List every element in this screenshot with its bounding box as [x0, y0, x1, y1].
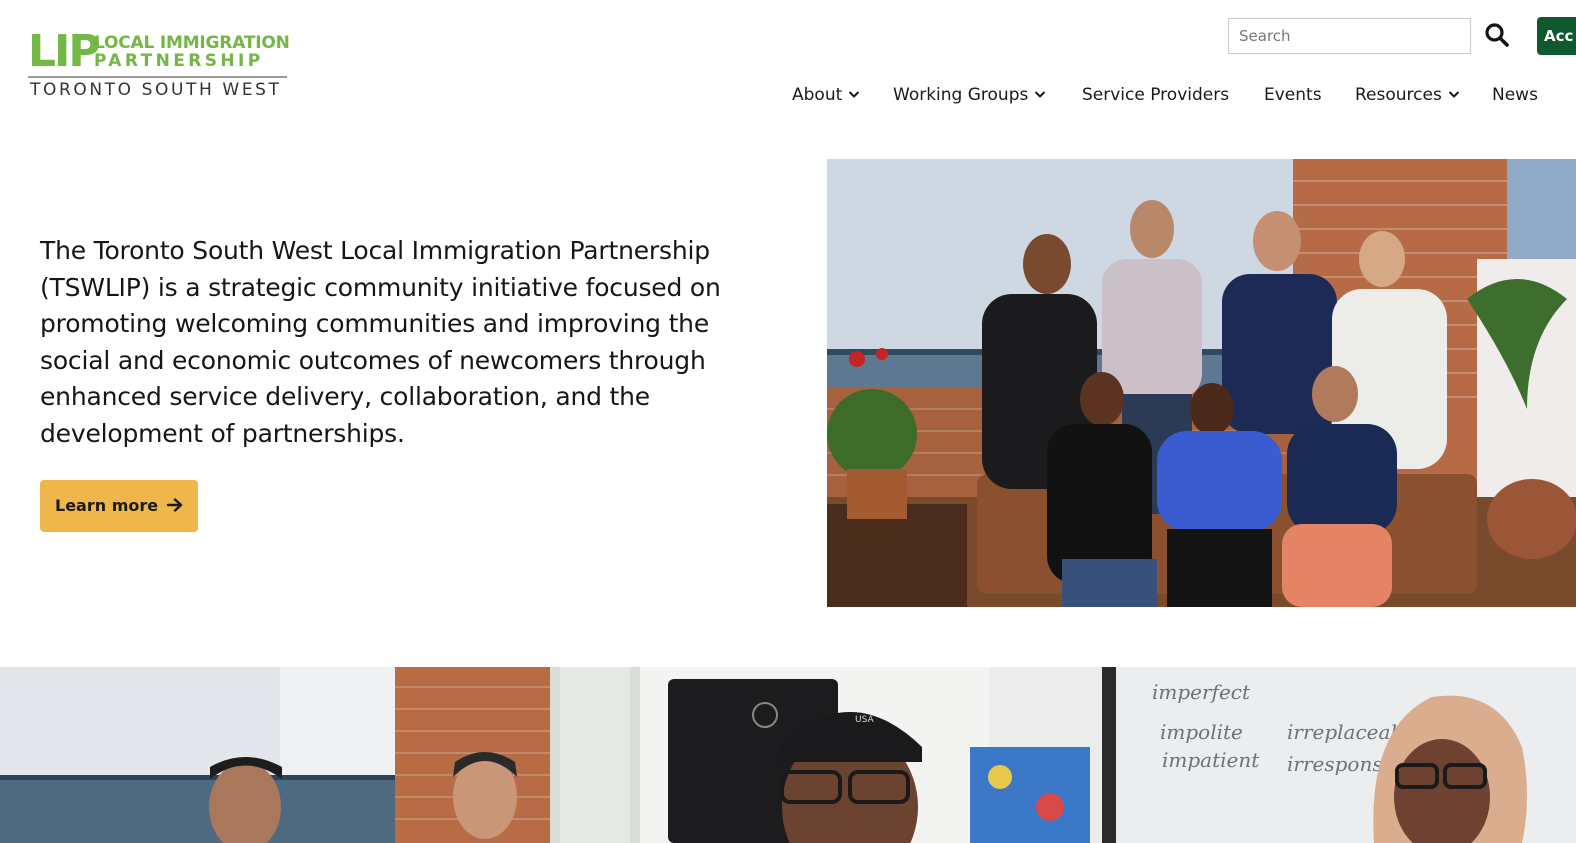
board-word-imperfect: imperfect — [1152, 680, 1251, 704]
arrow-right-icon — [166, 498, 183, 512]
search-button[interactable] — [1484, 22, 1510, 48]
nav-item-label: Working Groups — [893, 85, 1029, 105]
chevron-down-icon — [1035, 91, 1046, 98]
photo-tile-classroom: imperfect impolite impatient irreplaceab… — [1102, 667, 1576, 843]
learn-more-label: Learn more — [55, 496, 159, 515]
nav-item-events[interactable]: Events — [1264, 82, 1322, 108]
logo-line-partnership: PARTNERSHIP — [94, 51, 264, 71]
logo-line-toronto-south-west: TORONTO SOUTH WEST — [30, 80, 282, 100]
logo-mark: LIP — [28, 26, 101, 77]
nav-item-service-providers[interactable]: Service Providers — [1082, 82, 1229, 108]
nav-item-label: About — [792, 85, 843, 105]
photo-tile-computer-user: USA — [550, 667, 1102, 843]
nav-item-label: Resources — [1355, 85, 1442, 105]
nav-item-about[interactable]: About — [792, 82, 860, 108]
hero-group-photo — [827, 159, 1576, 607]
nav-item-working-groups[interactable]: Working Groups — [893, 82, 1046, 108]
site-logo[interactable]: LIP LOCAL IMMIGRATION PARTNERSHIP TORONT… — [28, 30, 290, 104]
nav-item-label: Events — [1264, 85, 1322, 105]
nav-item-label: News — [1492, 85, 1538, 105]
nav-item-label: Service Providers — [1082, 85, 1230, 105]
page: LIP LOCAL IMMIGRATION PARTNERSHIP TORONT… — [0, 0, 1576, 843]
cap-text: USA — [855, 715, 874, 725]
board-word-impolite: impolite — [1160, 720, 1243, 744]
nav-item-news[interactable]: News — [1492, 82, 1538, 108]
hero-description: The Toronto South West Local Immigration… — [40, 236, 721, 448]
board-word-impatient: impatient — [1162, 748, 1260, 772]
search-input[interactable] — [1228, 18, 1471, 54]
learn-more-button[interactable]: Learn more — [40, 480, 198, 532]
photo-tile-meeting — [0, 667, 550, 843]
search-icon — [1485, 23, 1509, 47]
logo-line-local-immigration: LOCAL IMMIGRATION — [94, 33, 290, 53]
chevron-down-icon — [1448, 91, 1460, 98]
account-button[interactable]: Acc — [1537, 17, 1576, 55]
chevron-down-icon — [849, 91, 860, 98]
logo-divider — [28, 76, 287, 78]
nav-item-resources[interactable]: Resources — [1355, 82, 1460, 108]
